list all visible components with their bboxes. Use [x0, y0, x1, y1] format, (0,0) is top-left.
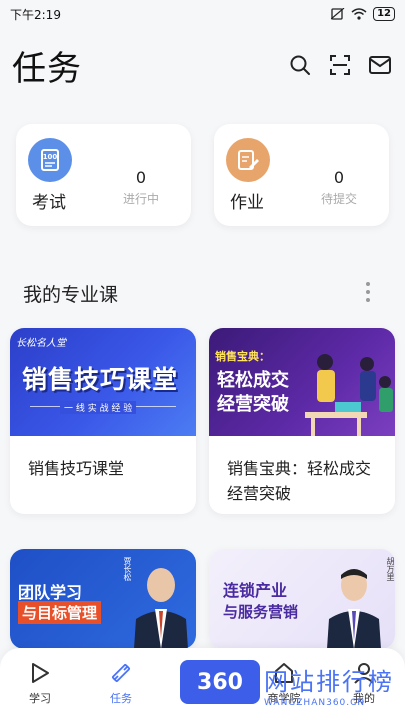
play-icon	[10, 660, 70, 686]
no-sim-icon	[331, 8, 345, 20]
status-icons: 12	[331, 7, 395, 21]
tab-study-label: 学习	[29, 692, 51, 705]
search-button[interactable]	[287, 52, 313, 78]
tab-task[interactable]: 任务	[91, 660, 151, 706]
search-icon	[290, 55, 310, 75]
thumb-title-line2: 与目标管理	[18, 601, 102, 624]
tab-study[interactable]: 学习	[10, 660, 70, 706]
more-options-icon[interactable]	[360, 279, 376, 305]
course-card-1[interactable]: 长松名人堂 销售技巧课堂 一 线 实 战 经 验 销售技巧课堂	[10, 328, 196, 514]
message-button[interactable]	[367, 52, 393, 78]
course-thumbnail: 长松名人堂 销售技巧课堂 一 线 实 战 经 验	[10, 328, 196, 436]
thumb-title-line1: 连锁产业	[223, 581, 288, 600]
speaker-photo	[134, 568, 188, 649]
thumb-title-line2: 与服务营销	[223, 603, 299, 621]
watermark-text: 网站排行榜	[264, 668, 394, 696]
header: 任务	[0, 40, 405, 90]
exam-count: 0	[135, 168, 147, 187]
homework-card[interactable]: 作业 0 待提交	[214, 124, 389, 226]
thumb-subtitle: 一 线 实 战 经 验	[60, 401, 137, 414]
status-time: 下午2:19	[10, 7, 61, 22]
homework-icon	[226, 138, 270, 182]
header-actions	[287, 52, 393, 78]
thumb-title: 销售技巧课堂	[22, 365, 179, 394]
homework-status: 待提交	[320, 192, 357, 206]
mail-icon	[369, 56, 391, 74]
course-card-2[interactable]: 销售宝典： 轻松成交 经营突破 销售宝典：轻松成交经营突破	[209, 328, 395, 514]
thumb-tag: 销售宝典：	[215, 350, 270, 363]
watermark-badge: 360	[180, 660, 260, 704]
scan-icon	[330, 55, 350, 75]
course-thumbnail: 销售宝典： 轻松成交 经营突破	[209, 328, 395, 436]
homework-count: 0	[333, 168, 345, 187]
exam-card[interactable]: 100 考试 0 进行中	[16, 124, 191, 226]
people-illustration	[305, 354, 393, 436]
course-thumbnail: 连锁产业 与服务营销 胡万里	[209, 549, 395, 649]
course-card-3[interactable]: 团队学习 与目标管理 贾长松	[10, 549, 196, 649]
pencil-ruler-icon	[91, 660, 151, 686]
page-title: 任务	[12, 48, 82, 89]
thumb-brand: 长松名人堂	[16, 338, 66, 349]
section-title: 我的专业课	[23, 284, 119, 306]
svg-text:100: 100	[43, 153, 58, 161]
watermark-url: WANGZHAN360.CN	[264, 698, 366, 708]
wifi-icon	[351, 8, 367, 20]
course-thumbnail: 团队学习 与目标管理 贾长松	[10, 549, 196, 649]
thumb-title-line1: 轻松成交	[217, 370, 289, 391]
course-card-4[interactable]: 连锁产业 与服务营销 胡万里	[209, 549, 395, 649]
exam-icon: 100	[28, 138, 72, 182]
course-name: 销售技巧课堂	[28, 459, 125, 478]
status-bar: 下午2:19 12	[0, 0, 405, 28]
thumb-title-line1: 团队学习	[18, 583, 83, 602]
tab-task-label: 任务	[110, 692, 132, 705]
speaker-photo	[327, 569, 381, 649]
exam-status: 进行中	[122, 192, 159, 206]
site-watermark: 360 网站排行榜 WANGZHAN360.CN	[180, 660, 400, 716]
scan-button[interactable]	[327, 52, 353, 78]
exam-label: 考试	[32, 193, 66, 213]
battery-indicator: 12	[373, 7, 395, 21]
homework-label: 作业	[230, 193, 264, 213]
course-name: 销售宝典：轻松成交经营突破	[227, 459, 372, 503]
thumb-title-line2: 经营突破	[217, 394, 289, 415]
